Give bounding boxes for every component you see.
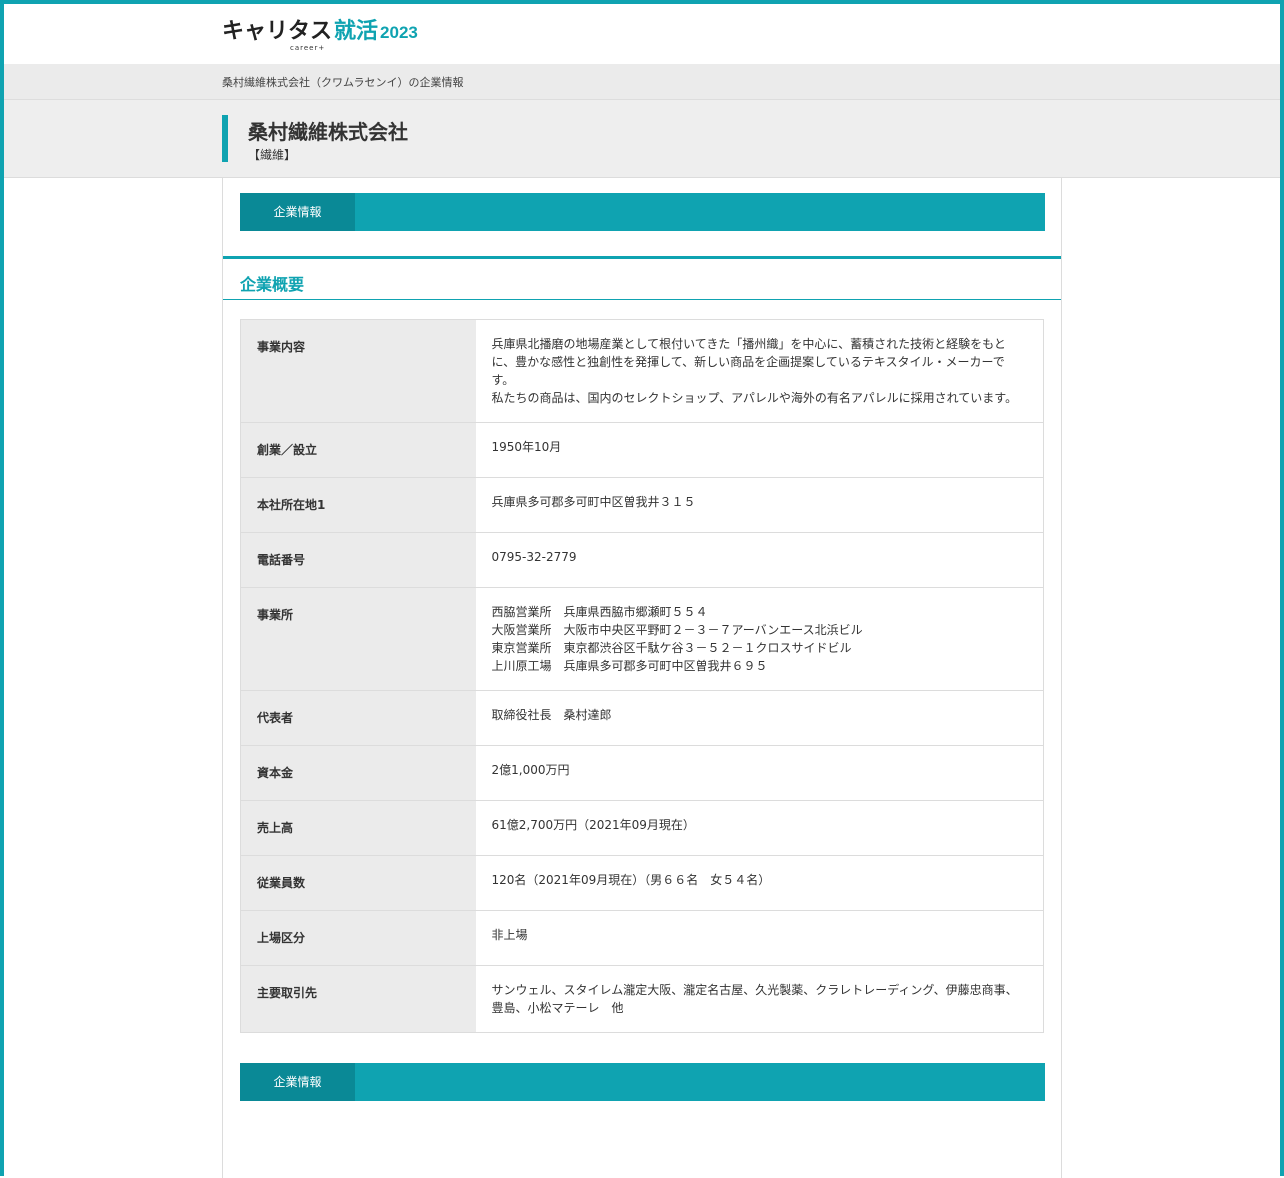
- row-value: 兵庫県北播磨の地場産業として根付いてきた「播州織」を中心に、蓄積された技術と経験…: [475, 319, 1044, 423]
- tab-company-info[interactable]: 企業情報: [240, 193, 355, 231]
- row-value: サンウェル、スタイレム瀧定大阪、瀧定名古屋、久光製薬、クラレトレーディング、伊藤…: [475, 965, 1044, 1033]
- row-label: 売上高: [240, 800, 476, 856]
- table-row: 事業所 西脇営業所 兵庫県西脇市郷瀬町５５４ 大阪営業所 大阪市中央区平野町２－３…: [240, 587, 1044, 691]
- row-label: 創業／設立: [240, 422, 476, 478]
- table-row: 従業員数 120名（2021年09月現在）（男６６名 女５４名）: [240, 855, 1044, 911]
- logo-sub-text: career+: [290, 44, 326, 52]
- table-row: 創業／設立 1950年10月: [240, 422, 1044, 478]
- site-header: キャリタス 就活 2023 career+: [4, 4, 1280, 64]
- row-value: 西脇営業所 兵庫県西脇市郷瀬町５５４ 大阪営業所 大阪市中央区平野町２－３－７ア…: [475, 587, 1044, 691]
- row-value: 兵庫県多可郡多可町中区曽我井３１５: [475, 477, 1044, 533]
- row-label: 主要取引先: [240, 965, 476, 1033]
- company-overview-table: 事業内容 兵庫県北播磨の地場産業として根付いてきた「播州織」を中心に、蓄積された技…: [240, 319, 1044, 1033]
- table-row: 代表者 取締役社長 桑村達郎: [240, 690, 1044, 746]
- row-label: 本社所在地1: [240, 477, 476, 533]
- tab-bar-top: 企業情報: [240, 193, 1045, 231]
- row-label: 事業内容: [240, 319, 476, 423]
- row-label: 代表者: [240, 690, 476, 746]
- row-label: 従業員数: [240, 855, 476, 911]
- breadcrumb-bar: 桑村繊維株式会社（クワムラセンイ）の企業情報: [4, 64, 1280, 100]
- breadcrumb: 桑村繊維株式会社（クワムラセンイ）の企業情報: [222, 76, 464, 89]
- row-value: 1950年10月: [475, 422, 1044, 478]
- industry-label: 【繊維】: [248, 148, 297, 162]
- main-content: 企業情報 企業概要 事業内容 兵庫県北播磨の地場産業として根付いてきた「播州織」を…: [222, 178, 1062, 1178]
- row-value: 120名（2021年09月現在）（男６６名 女５４名）: [475, 855, 1044, 911]
- table-row: 売上高 61億2,700万円（2021年09月現在）: [240, 800, 1044, 856]
- row-value: 0795-32-2779: [475, 532, 1044, 588]
- table-row: 本社所在地1 兵庫県多可郡多可町中区曽我井３１５: [240, 477, 1044, 533]
- logo-year-text: 2023: [380, 23, 418, 42]
- tab-company-info-bottom[interactable]: 企業情報: [240, 1063, 355, 1101]
- site-logo[interactable]: キャリタス 就活 2023 career+: [222, 18, 418, 54]
- row-value: 2億1,000万円: [475, 745, 1044, 801]
- logo-accent-text: 就活: [334, 19, 379, 44]
- row-label: 資本金: [240, 745, 476, 801]
- title-accent-bar: [222, 115, 228, 162]
- section-header: 企業概要: [223, 256, 1061, 300]
- row-value: 非上場: [475, 910, 1044, 966]
- row-label: 事業所: [240, 587, 476, 691]
- company-title-bar: 桑村繊維株式会社 【繊維】: [4, 100, 1280, 178]
- table-row: 上場区分 非上場: [240, 910, 1044, 966]
- table-row: 資本金 2億1,000万円: [240, 745, 1044, 801]
- logo-main-text: キャリタス: [222, 19, 333, 44]
- row-label: 電話番号: [240, 532, 476, 588]
- section-title: 企業概要: [240, 275, 305, 294]
- row-label: 上場区分: [240, 910, 476, 966]
- tab-bar-bottom: 企業情報: [240, 1063, 1045, 1101]
- row-value: 取締役社長 桑村達郎: [475, 690, 1044, 746]
- table-row: 事業内容 兵庫県北播磨の地場産業として根付いてきた「播州織」を中心に、蓄積された技…: [240, 319, 1044, 423]
- row-value: 61億2,700万円（2021年09月現在）: [475, 800, 1044, 856]
- page-title: 桑村繊維株式会社: [248, 120, 408, 144]
- table-row: 主要取引先 サンウェル、スタイレム瀧定大阪、瀧定名古屋、久光製薬、クラレトレーディ…: [240, 965, 1044, 1033]
- table-row: 電話番号 0795-32-2779: [240, 532, 1044, 588]
